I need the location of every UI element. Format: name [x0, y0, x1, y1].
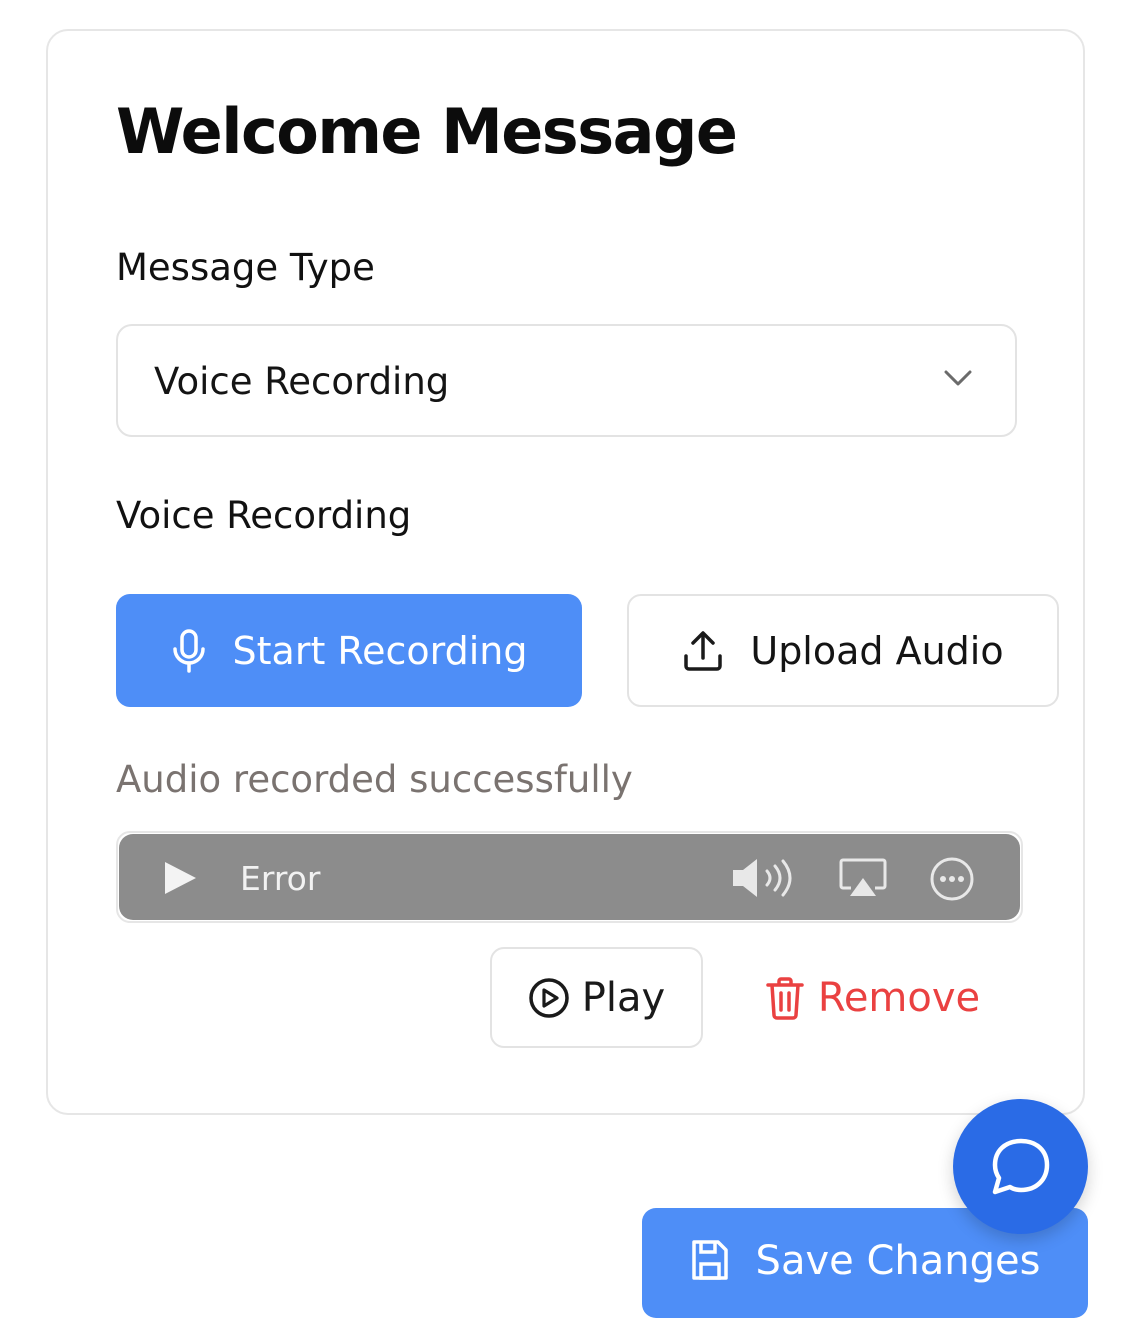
chat-bubble-icon [992, 1138, 1049, 1194]
play-button[interactable]: Play [490, 947, 703, 1048]
message-type-label: Message Type [116, 246, 375, 289]
chat-fab-button[interactable] [953, 1099, 1088, 1234]
chevron-down-icon [944, 370, 972, 386]
upload-audio-label: Upload Audio [750, 628, 1004, 673]
audio-player: Error [116, 831, 1023, 923]
microphone-icon [172, 628, 205, 673]
save-icon [691, 1240, 728, 1280]
play-label: Play [581, 974, 666, 1021]
recording-status-text: Audio recorded successfully [116, 758, 633, 801]
start-recording-button[interactable]: Start Recording [116, 594, 582, 707]
upload-audio-button[interactable]: Upload Audio [627, 594, 1059, 707]
volume-icon[interactable] [731, 856, 795, 900]
audio-player-controls: Error [119, 834, 1020, 920]
page-title: Welcome Message [116, 95, 738, 168]
more-options-icon[interactable] [929, 856, 975, 902]
remove-label: Remove [817, 974, 981, 1021]
trash-icon [766, 976, 804, 1020]
upload-icon [684, 630, 723, 671]
start-recording-label: Start Recording [232, 628, 528, 673]
airplay-icon[interactable] [839, 858, 887, 898]
message-type-select[interactable]: Voice Recording [116, 324, 1017, 437]
save-changes-label: Save Changes [755, 1238, 1041, 1284]
play-icon[interactable] [163, 861, 197, 895]
voice-recording-label: Voice Recording [116, 494, 412, 537]
remove-button[interactable]: Remove [748, 947, 998, 1048]
play-circle-icon [529, 977, 569, 1018]
message-type-selected-value: Voice Recording [154, 360, 450, 403]
audio-player-error-text: Error [240, 859, 321, 898]
